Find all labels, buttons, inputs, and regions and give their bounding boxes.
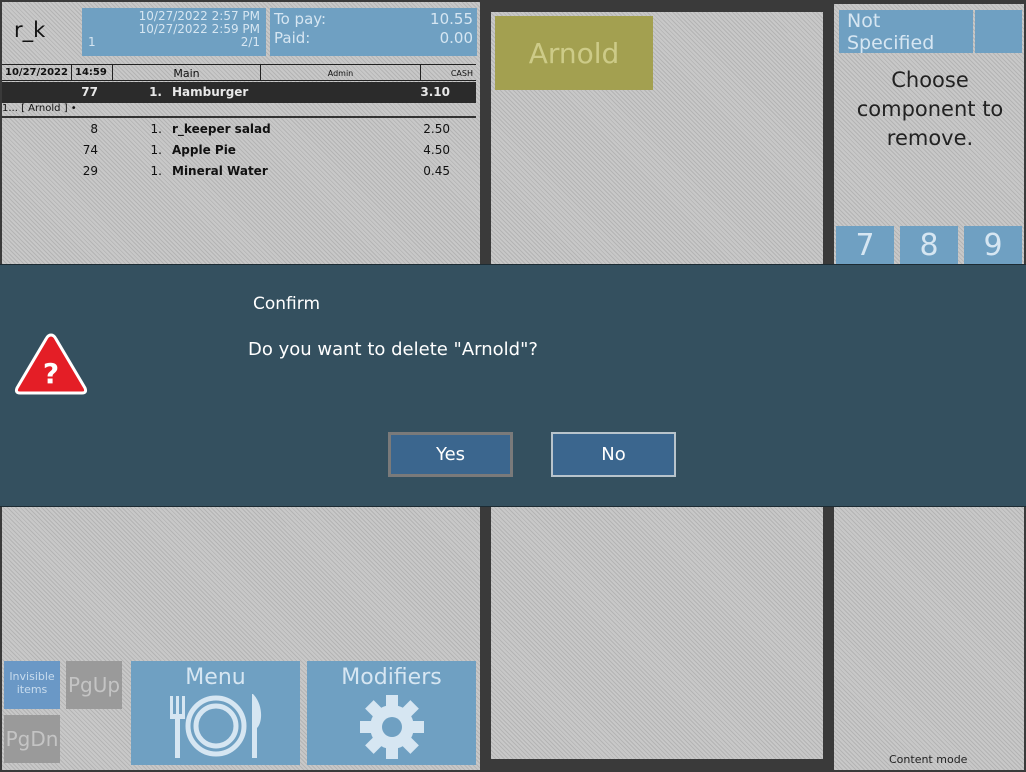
dialog-message: Do you want to delete "Arnold"?	[248, 339, 538, 360]
remove-component-prompt: Choose component to remove.	[856, 68, 1004, 150]
modifier-panel-bottom	[491, 507, 823, 759]
order-table: 2/1	[240, 35, 260, 49]
item-name: r_keeper salad	[172, 122, 271, 136]
confirm-dialog: ? Confirm Do you want to delete "Arnold"…	[0, 264, 1026, 507]
invisible-items-button[interactable]: Invisible items	[4, 661, 60, 709]
item-qty: 1.	[149, 85, 162, 99]
order-info-header: 10/27/2022 14:59 Main Admin CASH	[2, 64, 476, 81]
item-name: Mineral Water	[172, 164, 268, 178]
to-pay-value: 10.55	[430, 10, 473, 28]
component-panel-bottom	[834, 507, 1024, 770]
paid-value: 0.00	[439, 29, 473, 47]
not-specified-button[interactable]: Not Specified	[839, 10, 973, 54]
modifiers-button[interactable]: Modifiers	[307, 661, 476, 765]
order-hall: Main	[113, 65, 261, 80]
order-times: 10/27/2022 2:57 PM 10/27/2022 2:59 PM 1 …	[82, 8, 266, 56]
order-waiter: Admin	[261, 65, 421, 80]
order-item[interactable]: 29 1. Mineral Water 0.45	[2, 161, 476, 181]
paid-label: Paid:	[274, 29, 311, 47]
gear-icon	[359, 695, 424, 759]
item-qty: 1.	[150, 143, 162, 157]
order-item-selected[interactable]: 77 1. Hamburger 3.10	[2, 82, 476, 103]
item-price: 3.10	[420, 85, 450, 99]
item-price: 4.50	[423, 143, 450, 157]
item-code: 74	[82, 143, 98, 157]
item-code: 8	[90, 122, 98, 136]
item-code: 77	[81, 85, 98, 99]
order-separator	[2, 116, 476, 118]
item-name: Hamburger	[172, 85, 249, 99]
item-qty: 1.	[150, 122, 162, 136]
not-specified-extra-button[interactable]	[975, 10, 1022, 53]
menu-label: Menu	[185, 665, 246, 690]
order-guests: 1	[88, 35, 96, 49]
dialog-title: Confirm	[253, 294, 321, 314]
item-price: 0.45	[423, 164, 450, 178]
warning-glyph: ?	[43, 357, 59, 390]
page-down-button[interactable]: PgDn	[4, 715, 60, 763]
order-guest-info: 1 2/1	[88, 36, 260, 49]
warning-question-icon: ?	[14, 333, 88, 395]
to-pay-label: To pay:	[274, 10, 327, 28]
arnold-modifier-button[interactable]: Arnold	[495, 16, 653, 90]
app-label: r_k	[14, 18, 46, 42]
item-price: 2.50	[423, 122, 450, 136]
item-name: Apple Pie	[172, 143, 236, 157]
keypad-7[interactable]: 7	[836, 226, 894, 266]
item-qty: 1.	[150, 164, 162, 178]
page-up-button[interactable]: PgUp	[66, 661, 122, 709]
keypad-9[interactable]: 9	[964, 226, 1022, 266]
no-button[interactable]: No	[551, 432, 676, 477]
menu-button[interactable]: Menu	[131, 661, 300, 765]
modifier-tag: 1... [ Arnold ] •	[2, 103, 77, 114]
keypad-8[interactable]: 8	[900, 226, 958, 266]
order-date: 10/27/2022	[2, 65, 72, 80]
order-time: 14:59	[72, 65, 113, 80]
order-payment-type: CASH	[450, 69, 473, 78]
order-current-time: 10/27/2022 2:59 PM	[138, 22, 260, 36]
order-item[interactable]: 74 1. Apple Pie 4.50	[2, 140, 476, 160]
yes-button[interactable]: Yes	[388, 432, 513, 477]
plate-cutlery-icon	[169, 694, 261, 758]
content-mode-label: Content mode	[889, 753, 968, 766]
payment-summary: To pay: 10.55 Paid: 0.00	[270, 8, 477, 56]
modifiers-label: Modifiers	[341, 665, 442, 690]
item-code: 29	[82, 164, 98, 178]
order-item[interactable]: 8 1. r_keeper salad 2.50	[2, 119, 476, 139]
